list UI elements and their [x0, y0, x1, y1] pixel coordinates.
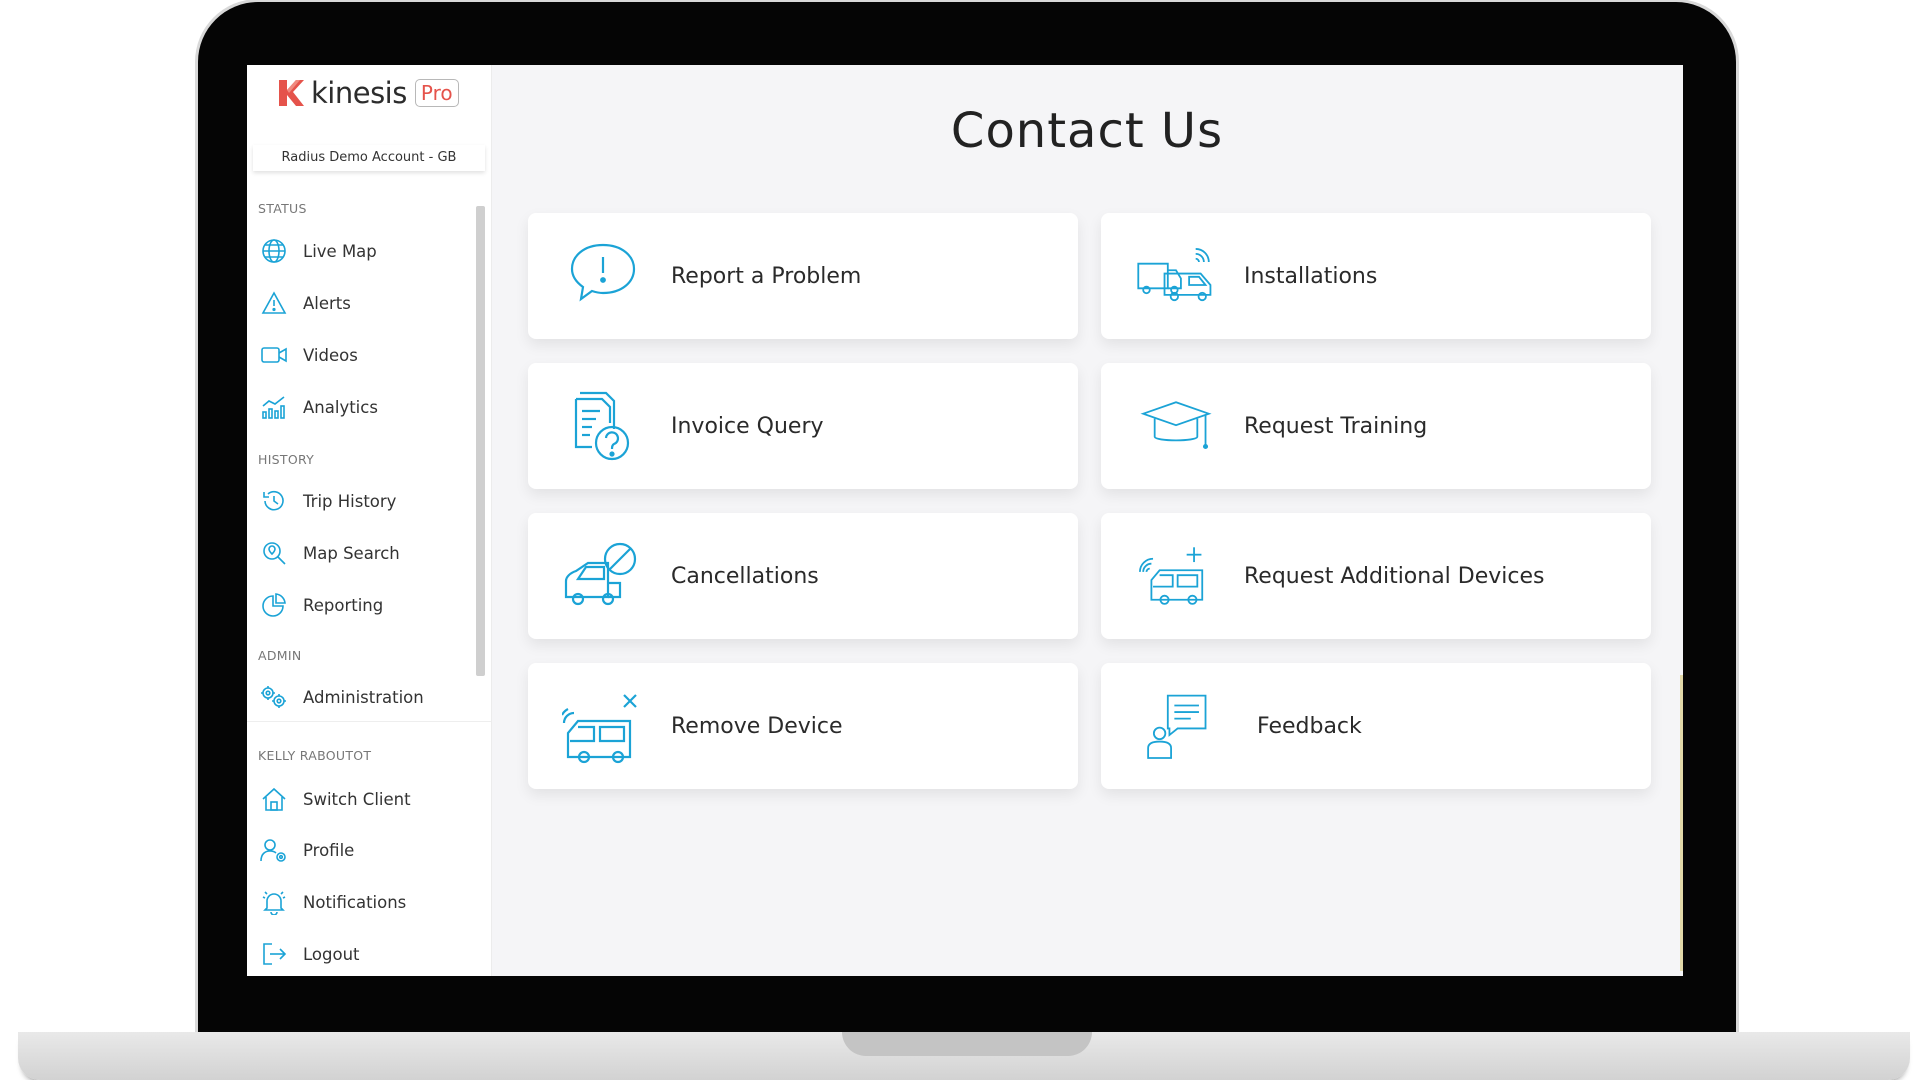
sidebar-item-label: Videos — [303, 345, 358, 365]
account-selector[interactable]: Radius Demo Account - GB — [253, 145, 485, 171]
content-edge-line — [1680, 675, 1683, 971]
section-label-history: HISTORY — [258, 452, 315, 467]
sidebar-item-label: Switch Client — [303, 789, 411, 809]
card-label: Report a Problem — [671, 263, 862, 289]
feedback-person-icon — [1147, 694, 1207, 759]
section-label-admin: ADMIN — [258, 648, 302, 663]
vehicles-signal-icon — [1137, 248, 1212, 302]
sidebar-item-alerts[interactable]: Alerts — [259, 285, 469, 321]
section-label-user: KELLY RABOUTOT — [258, 748, 372, 763]
sidebar-item-label: Logout — [303, 944, 360, 964]
kinesis-logo-icon — [279, 80, 304, 106]
contact-card-feedback[interactable]: Feedback — [1101, 663, 1651, 789]
sidebar-item-label: Trip History — [303, 491, 397, 511]
sidebar-item-analytics[interactable]: Analytics — [259, 389, 469, 425]
warning-icon — [259, 288, 289, 318]
van-add-icon — [1139, 547, 1204, 605]
page-title: Contact Us — [950, 103, 1224, 159]
sidebar-item-label: Administration — [303, 687, 424, 707]
sidebar: kinesis Pro Radius Demo Account - GB STA… — [247, 65, 492, 976]
sidebar-scroll-thumb[interactable] — [476, 206, 485, 676]
card-label: Cancellations — [671, 563, 819, 589]
card-label: Installations — [1244, 263, 1378, 289]
user-settings-icon — [259, 835, 289, 865]
gears-icon — [259, 682, 289, 712]
sidebar-item-map-search[interactable]: Map Search — [259, 535, 469, 571]
bell-icon — [259, 887, 289, 917]
laptop-notch — [842, 1032, 1092, 1056]
sidebar-item-switch-client[interactable]: Switch Client — [259, 781, 469, 817]
sidebar-item-notifications[interactable]: Notifications — [259, 884, 469, 920]
pie-chart-icon — [259, 590, 289, 620]
globe-icon — [259, 236, 289, 266]
sidebar-item-label: Analytics — [303, 397, 378, 417]
section-label-status: STATUS — [258, 201, 307, 216]
video-camera-icon — [259, 340, 289, 370]
sidebar-item-logout[interactable]: Logout — [259, 936, 469, 972]
sidebar-item-profile[interactable]: Profile — [259, 832, 469, 868]
contact-card-remove-device[interactable]: Remove Device — [528, 663, 1078, 789]
sidebar-item-label: Alerts — [303, 293, 351, 313]
card-label: Feedback — [1257, 713, 1362, 739]
sidebar-item-label: Notifications — [303, 892, 407, 912]
van-remove-icon — [562, 694, 637, 764]
app-screen: kinesis Pro Radius Demo Account - GB STA… — [247, 65, 1683, 976]
graduation-cap-icon — [1140, 401, 1212, 450]
sidebar-item-administration[interactable]: Administration — [259, 679, 469, 715]
logout-icon — [259, 939, 289, 969]
contact-card-cancellations[interactable]: Cancellations — [528, 513, 1078, 639]
sidebar-item-label: Live Map — [303, 241, 377, 261]
map-search-icon — [259, 538, 289, 568]
contact-card-request-additional-devices[interactable]: Request Additional Devices — [1101, 513, 1651, 639]
van-cancel-icon — [564, 542, 637, 606]
sidebar-scrollbar[interactable] — [474, 196, 486, 782]
contact-card-request-training[interactable]: Request Training — [1101, 363, 1651, 489]
card-label: Request Additional Devices — [1244, 563, 1545, 589]
sidebar-item-videos[interactable]: Videos — [259, 337, 469, 373]
speech-bubble-alert-icon — [570, 243, 636, 302]
sidebar-item-label: Map Search — [303, 543, 400, 563]
card-label: Request Training — [1244, 413, 1428, 439]
home-icon — [259, 784, 289, 814]
card-label: Remove Device — [671, 713, 843, 739]
sidebar-item-reporting[interactable]: Reporting — [259, 587, 469, 623]
analytics-chart-icon — [259, 392, 289, 422]
logo-text: kinesis — [311, 76, 407, 110]
history-clock-icon — [259, 486, 289, 516]
sidebar-item-label: Profile — [303, 840, 355, 860]
contact-card-report-problem[interactable]: Report a Problem — [528, 213, 1078, 339]
invoice-question-icon — [574, 391, 630, 461]
logo-pro-badge: Pro — [414, 79, 459, 107]
card-label: Invoice Query — [671, 413, 824, 439]
contact-card-invoice-query[interactable]: Invoice Query — [528, 363, 1078, 489]
sidebar-item-label: Reporting — [303, 595, 384, 615]
contact-card-installations[interactable]: Installations — [1101, 213, 1651, 339]
sidebar-divider — [247, 721, 491, 722]
logo[interactable]: kinesis Pro — [277, 73, 459, 113]
sidebar-item-trip-history[interactable]: Trip History — [259, 483, 469, 519]
sidebar-item-live-map[interactable]: Live Map — [259, 233, 469, 269]
